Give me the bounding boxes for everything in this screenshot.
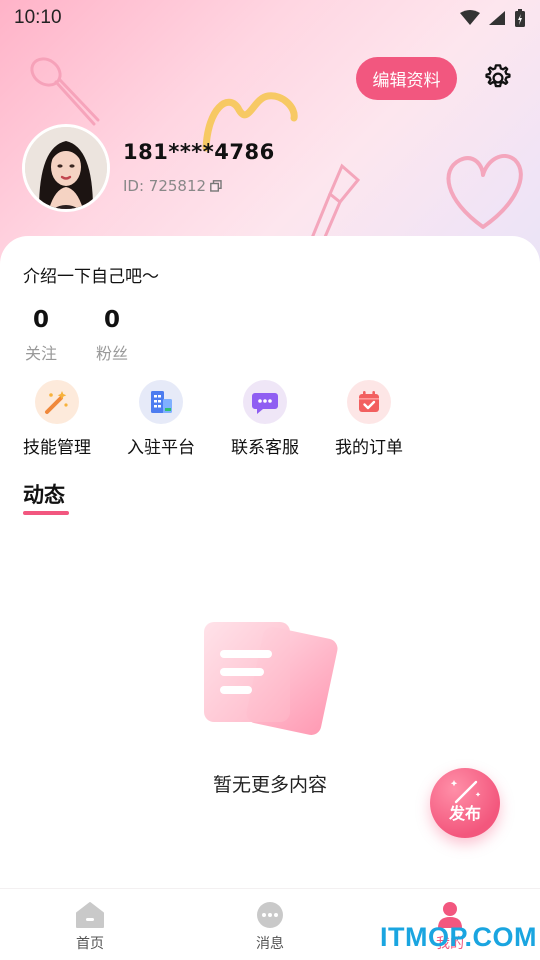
nav-messages[interactable]: 消息	[180, 889, 360, 960]
join-platform-label: 入驻平台	[127, 438, 195, 458]
followers-label: 粉丝	[95, 344, 128, 363]
bio-text[interactable]: 介绍一下自己吧～	[23, 262, 159, 287]
status-time: 10:10	[14, 7, 62, 28]
nav-home-label: 首页	[76, 936, 104, 952]
status-bar: 10:10	[0, 0, 540, 36]
username: 181****4786	[123, 140, 275, 164]
followers-count: 0	[103, 307, 120, 333]
wifi-icon	[460, 10, 480, 25]
my-orders-label: 我的订单	[335, 438, 403, 458]
contact-support-label: 联系客服	[231, 438, 299, 458]
empty-document-illustration	[204, 622, 338, 735]
edit-profile-button[interactable]: 编辑资料	[356, 57, 457, 100]
copy-icon[interactable]	[210, 180, 222, 192]
heart-decoration	[446, 154, 523, 229]
home-icon	[76, 902, 104, 928]
tab-feed-indicator	[23, 511, 69, 515]
settings-button[interactable]	[481, 61, 515, 95]
followers-stat[interactable]: 0 粉丝	[93, 306, 131, 364]
nav-messages-label: 消息	[256, 936, 284, 952]
user-id-row: ID: 725812	[123, 177, 222, 195]
nav-home[interactable]: 首页	[0, 889, 180, 960]
message-icon	[257, 902, 283, 928]
publish-button[interactable]: 发布	[430, 768, 500, 838]
avatar[interactable]	[22, 124, 110, 212]
my-orders-button[interactable]: 我的订单	[326, 380, 412, 458]
following-stat[interactable]: 0 关注	[22, 306, 60, 364]
building-icon	[151, 391, 172, 413]
sparkle-brush-icon	[450, 780, 481, 804]
user-id: ID: 725812	[123, 177, 207, 195]
following-count: 0	[32, 307, 49, 333]
skill-management-label: 技能管理	[23, 438, 91, 458]
gear-icon	[485, 64, 511, 88]
join-platform-button[interactable]: 入驻平台	[118, 380, 204, 458]
signal-icon	[489, 11, 505, 25]
contact-support-button[interactable]: 联系客服	[222, 380, 308, 458]
following-label: 关注	[24, 344, 57, 363]
skill-management-button[interactable]: 技能管理	[14, 380, 100, 458]
avatar-portrait	[25, 127, 107, 209]
calendar-check-icon	[359, 391, 379, 412]
makeup-brush-decoration	[30, 57, 100, 126]
tab-feed[interactable]: 动态	[23, 479, 65, 509]
chat-bubble-icon	[252, 393, 278, 414]
watermark-text: ITMOP.COM	[380, 922, 538, 952]
magic-wand-icon	[45, 391, 68, 414]
battery-icon	[515, 9, 525, 27]
